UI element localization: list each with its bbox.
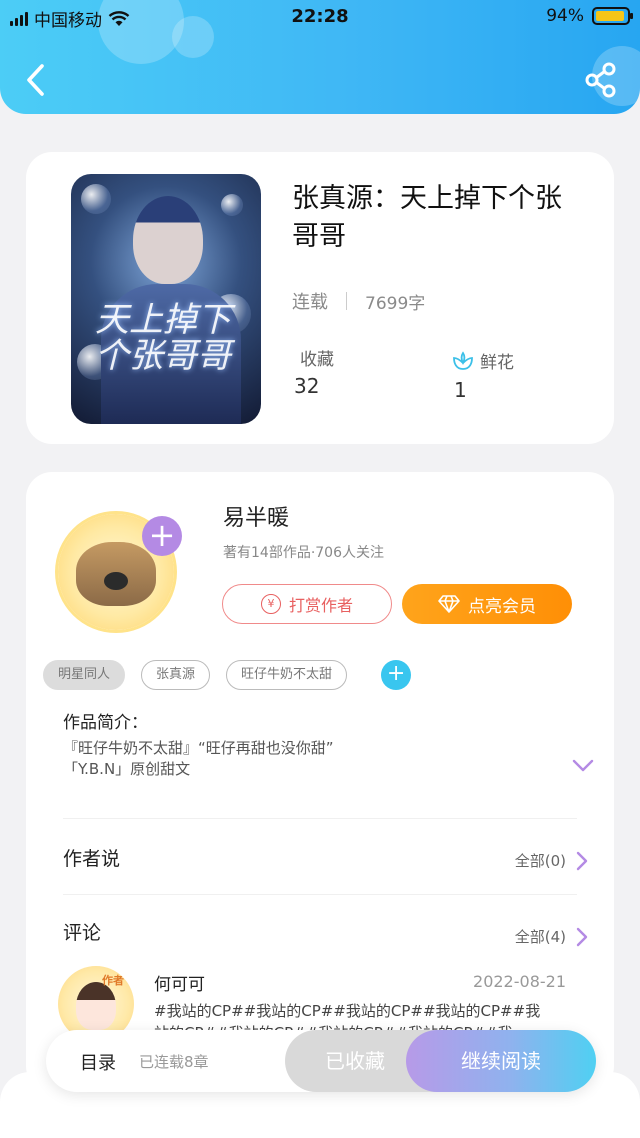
divider — [63, 818, 577, 819]
comments-title: 评论 — [63, 922, 102, 944]
comments-count: 全部(4) — [514, 928, 566, 946]
favorites-count: 32 — [294, 374, 320, 398]
comments-more[interactable]: 全部(4) — [515, 926, 588, 947]
header: 中国移动 22:28 94% — [0, 0, 640, 114]
tag-chip[interactable]: 张真源 — [141, 660, 211, 690]
toc-button[interactable]: 目录 — [80, 1049, 116, 1075]
flowers-label: 鲜花 — [480, 353, 514, 373]
intro-line: 『旺仔牛奶不太甜』“旺仔再甜也没你甜” — [63, 739, 334, 757]
reward-author-label: 打赏作者 — [288, 596, 353, 615]
flower-icon — [453, 350, 473, 370]
flowers-stat[interactable]: 鲜花 — [452, 348, 514, 373]
divider — [63, 894, 577, 895]
tag-list: 明星同人 张真源 旺仔牛奶不太甜 + — [43, 660, 412, 690]
favorites-label: 收藏 — [300, 350, 334, 370]
intro-text: 『旺仔牛奶不太甜』“旺仔再甜也没你甜” 「Y.B.N」原创甜文 — [63, 738, 334, 780]
chevron-down-icon[interactable] — [572, 758, 594, 774]
diamond-icon — [438, 595, 460, 613]
chevron-left-icon[interactable] — [22, 62, 50, 98]
book-info-card: 天上掉下个张哥哥 张真源：天上掉下个张哥哥 连载 7699字 收藏 32 鲜花 … — [26, 152, 614, 444]
bottom-action-bar: 目录 已连载8章 已收藏 继续阅读 — [46, 1030, 596, 1092]
author-says-more[interactable]: 全部(0) — [515, 850, 588, 871]
book-title: 张真源：天上掉下个张哥哥 — [292, 183, 562, 252]
yen-icon: ¥ — [260, 594, 281, 614]
book-status: 连载 — [292, 292, 328, 313]
book-cover-title: 天上掉下个张哥哥 — [95, 300, 231, 376]
share-icon[interactable] — [584, 62, 618, 98]
chevron-right-icon — [576, 851, 588, 870]
author-says-title: 作者说 — [63, 848, 121, 870]
tag-chip[interactable]: 旺仔牛奶不太甜 — [226, 660, 348, 690]
vip-membership-button[interactable]: 点亮会员 — [402, 584, 572, 624]
tag-chip[interactable]: 明星同人 — [43, 660, 126, 690]
intro-label: 作品简介： — [63, 713, 148, 733]
comment-date: 2022-08-21 — [473, 972, 566, 991]
chevron-right-icon — [576, 927, 588, 946]
book-meta: 连载 7699字 — [292, 288, 425, 314]
book-cover-image[interactable]: 天上掉下个张哥哥 — [71, 174, 261, 424]
chapter-count: 已连载8章 — [139, 1053, 209, 1071]
status-bar: 中国移动 22:28 94% — [0, 4, 640, 31]
book-word-count: 7699字 — [365, 293, 426, 314]
author-badge: 作者 — [102, 974, 124, 987]
vip-membership-label: 点亮会员 — [468, 596, 536, 617]
author-summary: 著有14部作品·706人关注 — [223, 545, 384, 561]
author-name[interactable]: 易半暖 — [223, 500, 289, 532]
battery-percent: 94% — [546, 6, 584, 26]
commenter-name[interactable]: 何可可 — [154, 970, 205, 995]
add-tag-button[interactable]: + — [381, 660, 412, 690]
continue-reading-button[interactable]: 继续阅读 — [406, 1030, 596, 1092]
reward-author-button[interactable]: ¥ 打赏作者 — [222, 584, 392, 624]
author-says-count: 全部(0) — [514, 852, 566, 870]
battery-icon — [592, 7, 633, 25]
author-card: + 易半暖 著有14部作品·706人关注 ¥ 打赏作者 点亮会员 明星同人 张真… — [26, 472, 614, 1092]
follow-author-button[interactable]: + — [142, 516, 182, 556]
intro-line: 「Y.B.N」原创甜文 — [63, 760, 191, 778]
flowers-count: 1 — [454, 378, 467, 402]
clock: 22:28 — [291, 6, 349, 27]
